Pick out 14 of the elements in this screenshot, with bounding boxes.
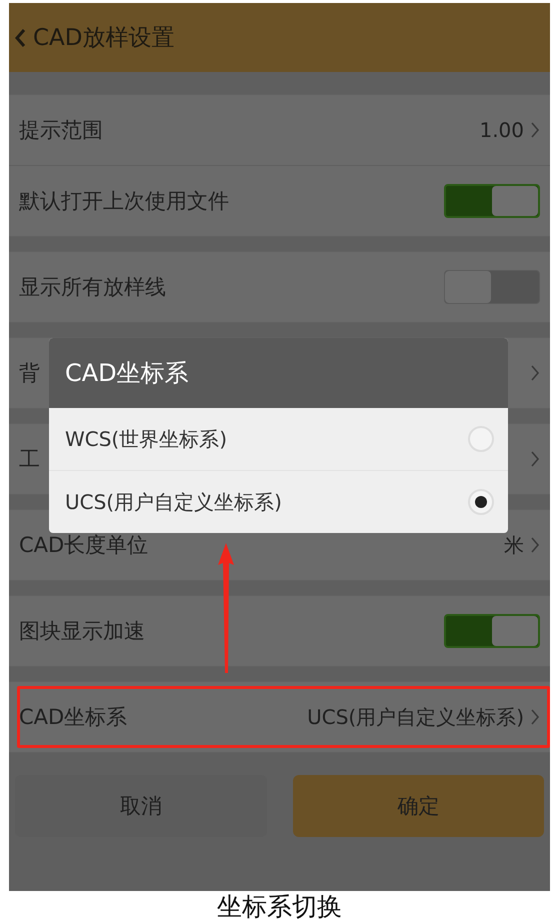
screen-title: CAD放样设置 bbox=[33, 24, 175, 53]
setting-value: 米 bbox=[504, 532, 524, 558]
setting-value: UCS(用户自定义坐标系) bbox=[307, 704, 524, 730]
caption: 坐标系切换 bbox=[217, 891, 342, 922]
setting-label: 背 bbox=[19, 360, 40, 387]
setting-value: 1.00 bbox=[479, 118, 524, 142]
dialog-title: CAD坐标系 bbox=[65, 358, 189, 389]
setting-label: 工 bbox=[19, 446, 40, 473]
setting-label: 提示范围 bbox=[19, 117, 103, 144]
setting-label: CAD长度单位 bbox=[19, 532, 148, 559]
setting-label: 显示所有放样线 bbox=[19, 274, 166, 301]
setting-label: CAD坐标系 bbox=[19, 704, 128, 731]
setting-label: 图块显示加速 bbox=[19, 618, 145, 645]
setting-label: 默认打开上次使用文件 bbox=[19, 188, 229, 215]
